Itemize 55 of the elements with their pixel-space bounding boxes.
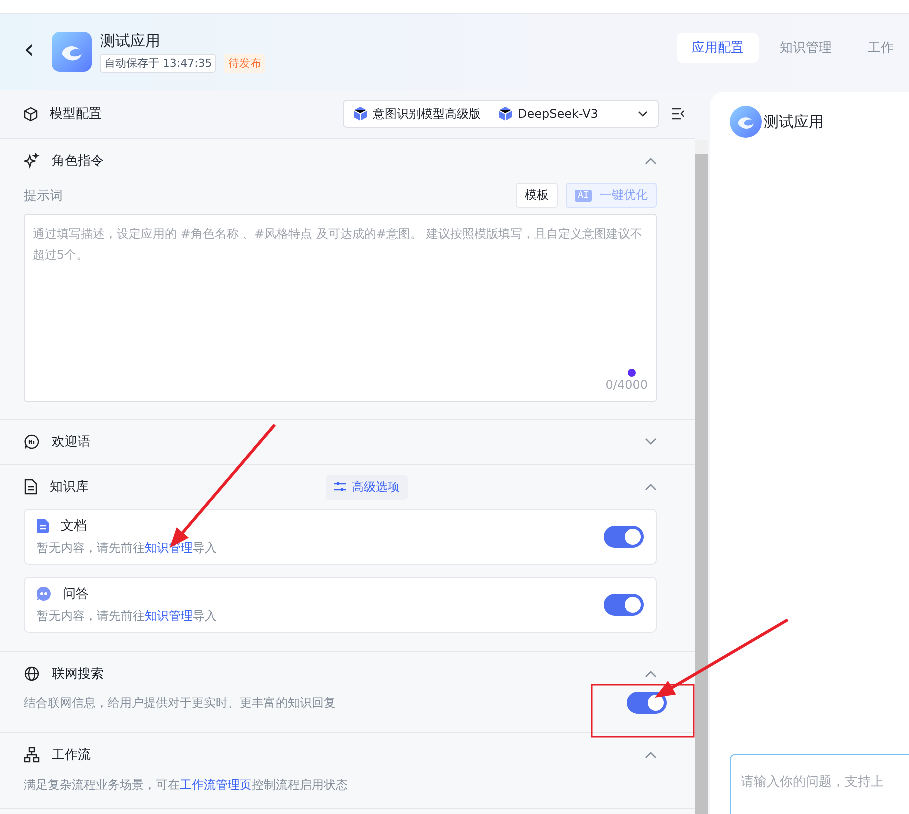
section-title: 联网搜索	[52, 666, 104, 683]
cube-outline-icon	[24, 106, 38, 122]
model-select[interactable]: 意图识别模型高级版 DeepSeek-V3	[343, 100, 659, 128]
collapse-chevron-icon[interactable]	[645, 483, 657, 491]
advanced-options-button[interactable]: 高级选项	[326, 474, 408, 500]
file-icon	[37, 519, 49, 533]
sparkle-icon	[24, 153, 40, 169]
field-label: 提示词	[24, 188, 63, 204]
globe-icon	[24, 666, 40, 682]
tab[interactable]: 知识管理	[765, 33, 847, 63]
section-title: 知识库	[50, 479, 89, 496]
sliders-icon	[334, 482, 346, 492]
chat-bubble-icon	[24, 434, 40, 450]
document-icon	[24, 479, 38, 495]
question-input[interactable]: 请输入你的问题，支持上	[730, 754, 909, 814]
expand-chevron-icon[interactable]	[645, 438, 657, 446]
dropdown-chevron-icon	[638, 111, 648, 117]
chat-bubble-icon	[37, 587, 51, 601]
section-title: 欢迎语	[52, 434, 91, 451]
model-name: 意图识别模型高级版	[373, 106, 481, 122]
section-description: 满足复杂流程业务场景，可在工作流管理页控制流程启用状态	[24, 778, 348, 792]
section-description: 结合联网信息，给用户提供对于更实时、更丰富的知识回复	[24, 694, 336, 712]
collapse-panel-icon[interactable]	[671, 108, 685, 120]
link[interactable]: 工作流管理页	[180, 778, 252, 792]
tab[interactable]: 工作	[853, 33, 909, 63]
cube-icon	[499, 107, 512, 121]
autosave-time: 自动保存于 13:47:35	[100, 54, 216, 72]
prompt-textarea[interactable]: 通过填写描述，设定应用的 #角色名称 、#风格特点 及可达成的#意图。 建议按照模版填写，且自定义意图建议不超过5个。 0/4000	[24, 214, 657, 402]
assistant-dot-icon[interactable]	[628, 369, 636, 377]
collapse-chevron-icon[interactable]	[645, 157, 657, 165]
hierarchy-icon	[24, 747, 40, 763]
collapse-chevron-icon[interactable]	[645, 670, 657, 678]
scrollbar[interactable]	[695, 140, 708, 814]
model-name: DeepSeek-V3	[518, 107, 598, 121]
cube-icon	[354, 107, 367, 121]
app-logo-icon	[52, 32, 92, 72]
toggle-switch[interactable]	[627, 692, 667, 714]
tab[interactable]: 应用配置	[677, 33, 759, 63]
app-name: 测试应用	[764, 112, 824, 132]
item-title: 问答	[63, 586, 89, 603]
section-title: 工作流	[52, 747, 91, 764]
link[interactable]: 知识管理	[145, 609, 193, 623]
template-button[interactable]: 模板	[516, 183, 558, 208]
app-logo-icon	[730, 106, 762, 138]
section-title: 角色指令	[52, 153, 104, 170]
status-tag: 待发布	[224, 54, 266, 72]
section-title: 模型配置	[50, 106, 102, 123]
collapse-chevron-icon[interactable]	[645, 751, 657, 759]
toggle-switch[interactable]	[604, 526, 644, 548]
item-description: 暂无内容，请先前往知识管理导入	[37, 608, 218, 625]
character-counter: 0/4000	[606, 378, 648, 392]
item-title: 文档	[61, 518, 87, 535]
toggle-switch[interactable]	[604, 594, 644, 616]
app-name: 测试应用	[100, 32, 162, 50]
back-button[interactable]: ‹	[24, 35, 40, 69]
